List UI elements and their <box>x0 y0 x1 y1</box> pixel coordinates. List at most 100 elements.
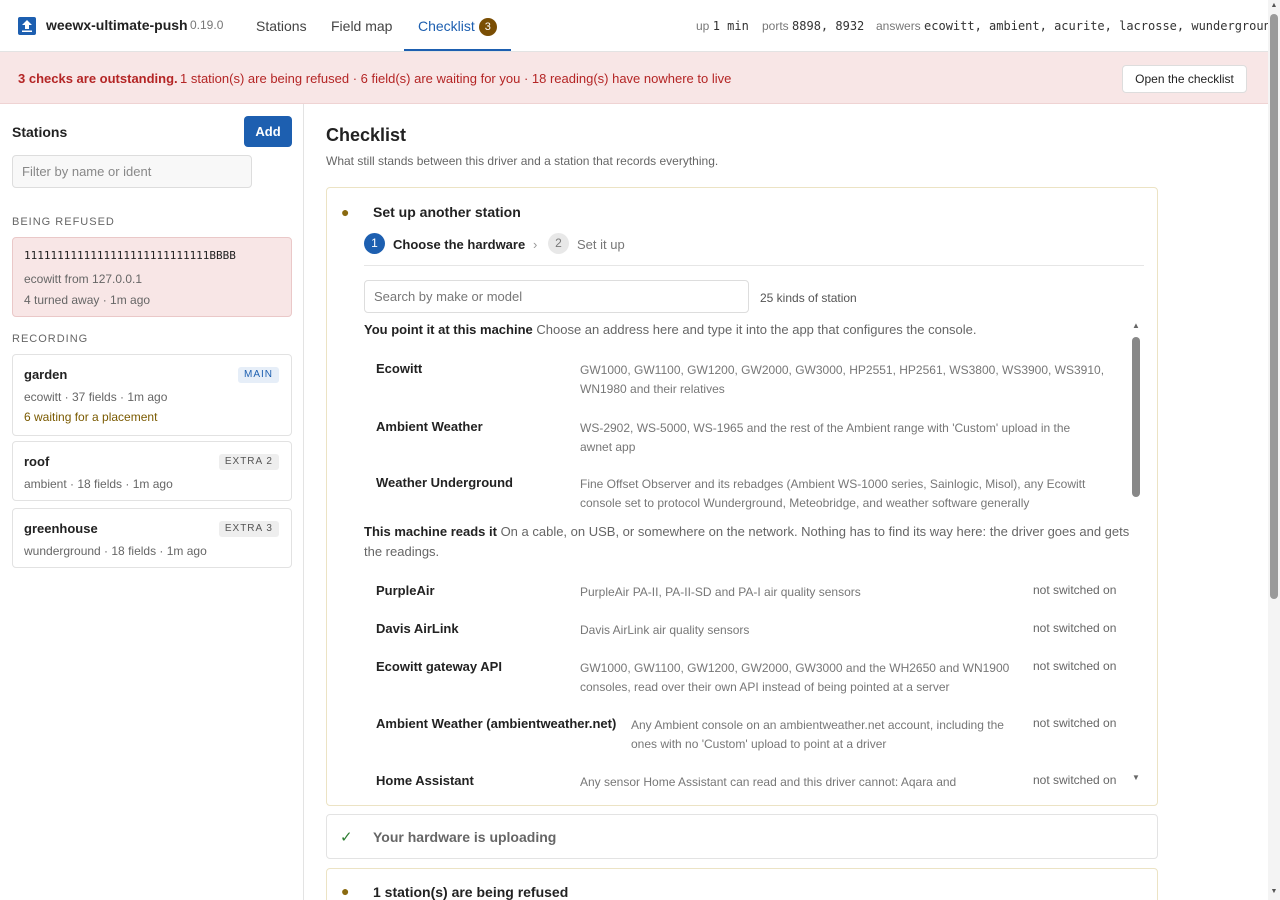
hardware-name[interactable]: Home Assistant <box>376 773 474 788</box>
hardware-desc: GW1000, GW1100, GW1200, GW2000, GW3000, … <box>580 363 1105 396</box>
outstanding-alert: 3 checks are outstanding. 1 station(s) a… <box>0 52 1268 104</box>
station-card-roof[interactable]: roof EXTRA 2 ambient · 18 fields · 1m ag… <box>12 441 292 501</box>
pull-group-title: This machine reads it <box>364 524 497 539</box>
station-filter-input[interactable] <box>12 155 252 188</box>
open-checklist-button[interactable]: Open the checklist <box>1122 65 1247 93</box>
hardware-name[interactable]: Ambient Weather <box>376 419 483 434</box>
tab-stations[interactable]: Stations <box>256 18 307 34</box>
scrollbar-thumb[interactable] <box>1132 337 1140 497</box>
hardware-name[interactable]: Ecowitt <box>376 361 422 376</box>
step-2-label[interactable]: Set it up <box>577 237 625 252</box>
step-1-label[interactable]: Choose the hardware <box>393 237 525 252</box>
tab-checklist-label: Checklist <box>418 18 475 34</box>
answers-label: answers <box>876 19 921 33</box>
scroll-down-arrow-icon[interactable]: ▼ <box>1131 773 1141 783</box>
uptime-stat: up 1 min <box>696 19 749 33</box>
hardware-name[interactable]: Ecowitt gateway API <box>376 659 502 674</box>
pull-group-heading: This machine reads it On a cable, on USB… <box>364 522 1130 562</box>
refused-panel-title: 1 station(s) are being refused <box>373 884 569 900</box>
upload-logo-icon <box>18 17 36 35</box>
hardware-desc: Any sensor Home Assistant can read and t… <box>580 775 957 789</box>
uploading-panel[interactable]: ✓ Your hardware is uploading <box>326 814 1158 859</box>
refused-panel[interactable]: ● 1 station(s) are being refused <box>326 868 1158 900</box>
divider <box>364 265 1144 266</box>
step-separator-icon: › <box>533 237 538 252</box>
hardware-status: not switched on <box>1033 583 1117 597</box>
recording-section-label: RECORDING <box>12 333 89 345</box>
app-name: weewx-ultimate-push <box>46 17 188 33</box>
station-role-badge: MAIN <box>238 367 279 383</box>
hardware-desc: PurpleAir PA-II, PA-II-SD and PA-I air q… <box>580 585 861 599</box>
check-icon: ✓ <box>340 829 353 846</box>
pending-dot-icon: ● <box>341 883 350 899</box>
station-role-badge: EXTRA 3 <box>218 521 279 537</box>
refused-station-source: ecowitt from 127.0.0.1 <box>24 272 143 286</box>
page-scrollbar-thumb[interactable] <box>1270 14 1278 599</box>
ports-value: 8898, 8932 <box>792 19 865 33</box>
uptime-value: 1 min <box>712 19 749 33</box>
refused-station-ident: 1111111111111111111111111111BBBB <box>24 249 236 262</box>
step-1-number: 1 <box>364 233 385 254</box>
active-tab-indicator <box>404 49 511 51</box>
stations-sidebar: Stations Add BEING REFUSED 1111111111111… <box>0 104 304 900</box>
hardware-desc: Fine Offset Observer and its rebadges (A… <box>580 477 1086 510</box>
page-scroll-down-icon[interactable]: ▼ <box>1270 888 1278 895</box>
page-scroll-up-icon[interactable]: ▲ <box>1270 2 1278 9</box>
answers-stat: answers ecowitt, ambient, acurite, lacro… <box>876 19 1278 33</box>
tab-checklist[interactable]: Checklist 3 <box>418 18 497 36</box>
hardware-count: 25 kinds of station <box>760 291 857 305</box>
station-warning: 6 waiting for a placement <box>24 410 158 424</box>
hardware-desc: GW1000, GW1100, GW1200, GW2000, GW3000 a… <box>580 661 1010 694</box>
refused-station-status: 4 turned away · 1m ago <box>24 293 151 307</box>
setup-station-panel: ● Set up another station 1 Choose the ha… <box>326 187 1158 806</box>
hardware-status: not switched on <box>1033 716 1117 730</box>
checklist-count-badge: 3 <box>478 18 497 36</box>
station-card-greenhouse[interactable]: greenhouse EXTRA 3 wunderground · 18 fie… <box>12 508 292 568</box>
sidebar-title: Stations <box>12 124 68 140</box>
station-name: roof <box>24 454 50 469</box>
top-bar: weewx-ultimate-push 0.19.0 Stations Fiel… <box>0 0 1278 52</box>
hardware-list-scrollbar[interactable]: ▲ ▼ <box>1131 321 1141 786</box>
hardware-search-input[interactable] <box>364 280 749 313</box>
scroll-up-arrow-icon[interactable]: ▲ <box>1131 321 1141 331</box>
pending-dot-icon: ● <box>341 204 350 220</box>
station-card-garden[interactable]: garden MAIN ecowitt · 37 fields · 1m ago… <box>12 354 292 436</box>
station-meta: ecowitt · 37 fields · 1m ago <box>24 390 168 404</box>
hardware-desc: Any Ambient console on an ambientweather… <box>631 718 1004 751</box>
step-2-number: 2 <box>548 233 569 254</box>
uploading-panel-title: Your hardware is uploading <box>373 829 557 845</box>
ports-stat: ports 8898, 8932 <box>762 19 864 33</box>
hardware-name[interactable]: Davis AirLink <box>376 621 459 636</box>
hardware-status: not switched on <box>1033 659 1117 673</box>
refused-section-label: BEING REFUSED <box>12 216 115 228</box>
push-group-heading: You point it at this machine Choose an a… <box>364 320 1130 340</box>
tab-field-map[interactable]: Field map <box>331 18 392 34</box>
station-name: garden <box>24 367 68 382</box>
station-meta: ambient · 18 fields · 1m ago <box>24 477 173 491</box>
hardware-status: not switched on <box>1033 773 1117 787</box>
push-group-title: You point it at this machine <box>364 322 533 337</box>
station-name: greenhouse <box>24 521 98 536</box>
page-scrollbar[interactable]: ▲ ▼ <box>1268 0 1280 900</box>
refused-station-card[interactable]: 1111111111111111111111111111BBBB ecowitt… <box>12 237 292 317</box>
alert-detail: 1 station(s) are being refused · 6 field… <box>180 71 732 86</box>
station-role-badge: EXTRA 2 <box>218 454 279 470</box>
alert-summary: 3 checks are outstanding. <box>18 71 178 86</box>
hardware-list: You point it at this machine Choose an a… <box>364 319 1144 789</box>
setup-panel-title[interactable]: Set up another station <box>373 204 521 220</box>
add-station-button[interactable]: Add <box>244 116 292 147</box>
push-group-text: Choose an address here and type it into … <box>536 322 977 337</box>
hardware-name[interactable]: PurpleAir <box>376 583 435 598</box>
ports-label: ports <box>762 19 789 33</box>
station-meta: wunderground · 18 fields · 1m ago <box>24 544 207 558</box>
hardware-name[interactable]: Weather Underground <box>376 475 513 490</box>
answers-value: ecowitt, ambient, acurite, lacrosse, wun… <box>924 19 1279 33</box>
hardware-name[interactable]: Ambient Weather (ambientweather.net) <box>376 716 616 731</box>
hardware-status: not switched on <box>1033 621 1117 635</box>
hardware-desc: Davis AirLink air quality sensors <box>580 623 750 637</box>
page-title: Checklist <box>326 125 407 145</box>
hardware-desc: WS-2902, WS-5000, WS-1965 and the rest o… <box>580 421 1071 454</box>
uptime-label: up <box>696 19 710 33</box>
page-subtitle: What still stands between this driver an… <box>326 154 719 168</box>
app-version: 0.19.0 <box>190 18 224 32</box>
